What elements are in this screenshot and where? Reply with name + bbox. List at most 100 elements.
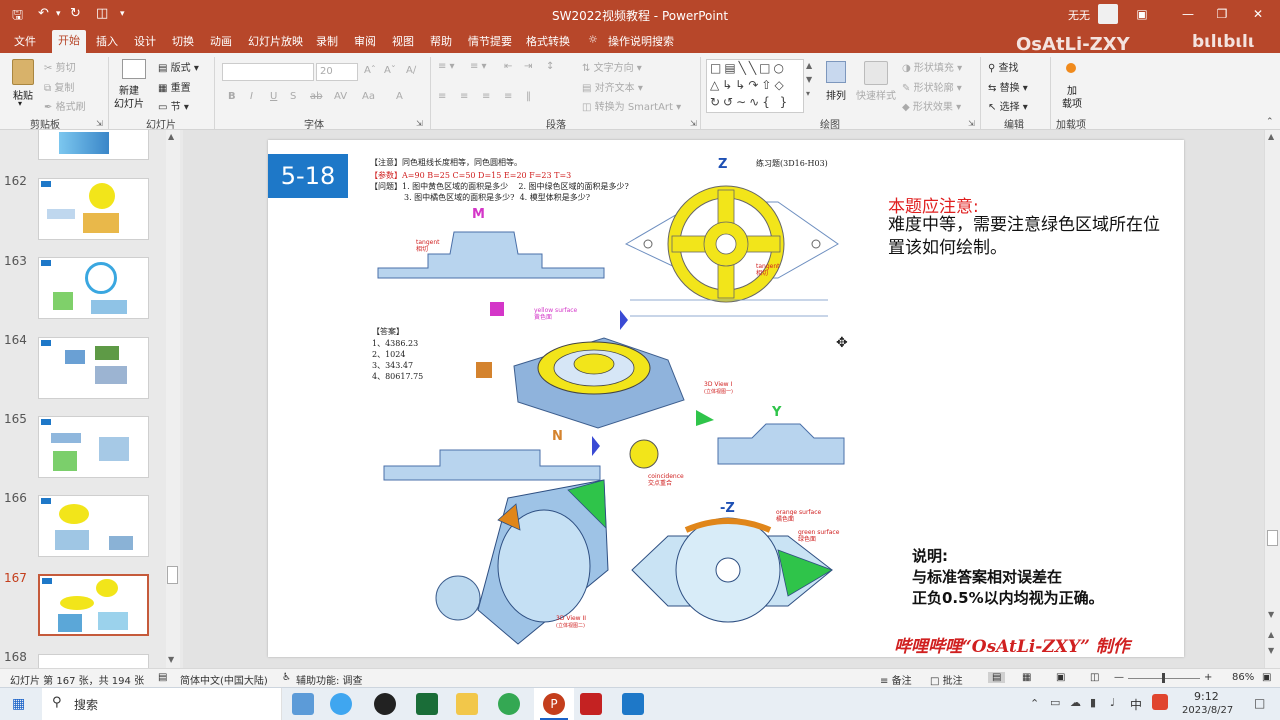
wps-icon[interactable] (1152, 694, 1168, 710)
reset-button[interactable]: ▦ 重置 (158, 79, 191, 94)
reading-view-icon[interactable]: ▣ (1056, 672, 1065, 683)
taskbar-search-box[interactable]: ⚲ 搜索 (42, 688, 282, 720)
next-slide-icon[interactable]: ▼ (1268, 646, 1274, 655)
columns-icon[interactable]: ‖ (526, 91, 531, 102)
zoom-slider-thumb[interactable] (1162, 673, 1165, 683)
slide-thumbnail[interactable] (38, 178, 149, 240)
find-button[interactable]: ⚲ 查找 (988, 59, 1019, 74)
change-case-icon[interactable]: Aa (362, 91, 375, 102)
tab-file[interactable]: 文件 (14, 33, 36, 49)
paste-button[interactable]: 粘贴 (13, 87, 33, 102)
font-color-icon[interactable]: A (396, 91, 403, 102)
clipboard-launcher-icon[interactable]: ⇲ (96, 119, 103, 128)
scroll-up-icon[interactable]: ▲ (168, 132, 174, 141)
clock-time[interactable]: 9:12 (1194, 690, 1219, 703)
chrome-icon[interactable] (498, 693, 520, 715)
tab-help[interactable]: 帮助 (430, 33, 452, 49)
close-icon[interactable]: ✕ (1246, 3, 1270, 25)
zoom-out-icon[interactable]: — (1114, 672, 1124, 683)
slide-thumbnail-active[interactable] (38, 574, 149, 636)
tab-design[interactable]: 设计 (134, 33, 156, 49)
comments-button[interactable]: □ 批注 (930, 672, 963, 687)
clock-date[interactable]: 2023/8/27 (1182, 705, 1233, 716)
network-icon[interactable]: ▭ (1050, 696, 1060, 709)
justify-icon[interactable]: ≡ (504, 91, 512, 102)
font-size-select[interactable]: 20 (316, 63, 358, 81)
accessibility-status[interactable]: 辅助功能: 调查 (296, 672, 363, 687)
scroll-up-icon[interactable]: ▲ (1268, 132, 1274, 141)
replace-button[interactable]: ⇆ 替换 ▾ (988, 79, 1028, 94)
fit-slide-icon[interactable]: ▣ (1262, 672, 1271, 683)
align-left-icon[interactable]: ≡ (438, 91, 446, 102)
smartart-button[interactable]: ◫ 转换为 SmartArt ▾ (582, 98, 681, 113)
solidworks-icon[interactable] (580, 693, 602, 715)
arrange-icon[interactable] (826, 61, 846, 83)
canvas-scrollbar[interactable]: ▲ ▼ ▲ ▼ (1264, 130, 1280, 668)
tab-home[interactable]: 开始 (52, 30, 86, 53)
clear-format-icon[interactable]: A∕ (406, 65, 416, 76)
slideshow-icon[interactable]: ◫ (1090, 672, 1099, 683)
drawing-launcher-icon[interactable]: ⇲ (968, 119, 975, 128)
font-launcher-icon[interactable]: ⇲ (416, 119, 423, 128)
tab-insert[interactable]: 插入 (96, 33, 118, 49)
tab-review[interactable]: 审阅 (354, 33, 376, 49)
tab-format-convert[interactable]: 格式转换 (526, 33, 570, 49)
spellcheck-icon[interactable]: ▤ (158, 672, 167, 683)
app-icon[interactable] (622, 693, 644, 715)
collapse-ribbon-icon[interactable]: ⌃ (1266, 117, 1274, 127)
avatar[interactable] (1098, 4, 1118, 24)
zoom-level[interactable]: 86% (1232, 672, 1254, 683)
show-hidden-icons-icon[interactable]: ⌃ (1030, 697, 1039, 710)
addins-icon[interactable] (1066, 63, 1076, 73)
thumbnail-scrollbar[interactable]: ▲ ▼ (166, 130, 180, 668)
slide-thumbnail[interactable] (38, 130, 149, 160)
quick-styles-icon[interactable] (864, 61, 888, 85)
tab-storyboard[interactable]: 情节提要 (468, 33, 512, 49)
cut-button[interactable]: ✂ 剪切 (44, 59, 76, 74)
volume-icon[interactable]: ♩ (1110, 696, 1115, 709)
file-explorer-icon[interactable] (456, 693, 478, 715)
arrange-button[interactable]: 排列 (826, 87, 846, 102)
powerpoint-taskbar-active[interactable]: P (534, 688, 574, 720)
calculator-icon[interactable] (416, 693, 438, 715)
slide-thumbnail[interactable] (38, 654, 149, 668)
tell-me-search[interactable]: 操作说明搜索 (608, 33, 674, 49)
align-text-button[interactable]: ▤ 对齐文本 ▾ (582, 79, 643, 94)
shapes-scroll-icon[interactable]: ▲ ▼ ▾ (806, 59, 812, 101)
tab-animations[interactable]: 动画 (210, 33, 232, 49)
slide-thumbnail[interactable] (38, 257, 149, 319)
app-icon[interactable] (330, 693, 352, 715)
copy-button[interactable]: ⧉ 复制 (44, 79, 74, 94)
scroll-thumb[interactable] (167, 566, 178, 584)
new-slide-icon[interactable] (122, 59, 146, 79)
user-name[interactable]: 无无 (1068, 7, 1090, 23)
align-center-icon[interactable]: ≡ (460, 91, 468, 102)
language-status[interactable]: 简体中文(中国大陆) (180, 672, 268, 687)
shape-outline-button[interactable]: ✎ 形状轮廓 ▾ (902, 79, 962, 94)
previous-slide-icon[interactable]: ▲ (1268, 630, 1274, 639)
normal-view-icon[interactable]: ▤ (988, 672, 1006, 683)
slide-counter[interactable]: 幻灯片 第 167 张，共 194 张 (10, 672, 144, 687)
onedrive-icon[interactable]: ☁ (1070, 696, 1081, 709)
bold-icon[interactable]: B (228, 91, 236, 102)
select-button[interactable]: ↖ 选择 ▾ (988, 98, 1028, 113)
scroll-down-icon[interactable]: ▼ (1268, 610, 1274, 619)
new-slide-button[interactable]: 新建 幻灯片 (114, 85, 144, 111)
bullets-icon[interactable]: ≡ ▾ (438, 61, 455, 72)
tab-transitions[interactable]: 切换 (172, 33, 194, 49)
task-view-icon[interactable] (292, 693, 314, 715)
windows-start-icon[interactable]: ▦ (12, 696, 28, 712)
slide-thumbnail[interactable] (38, 416, 149, 478)
section-button[interactable]: ▭ 节 ▾ (158, 98, 189, 113)
shapes-gallery[interactable]: □▤╲╲□○ △↳↳↷⇧◇ ↻↺∼∿{ } (706, 59, 804, 113)
ime-indicator[interactable]: 中 (1130, 696, 1142, 713)
numbering-icon[interactable]: ≡ ▾ (470, 61, 487, 72)
zoom-in-icon[interactable]: + (1204, 672, 1212, 683)
tab-view[interactable]: 视图 (392, 33, 414, 49)
slide-thumbnail[interactable] (38, 337, 149, 399)
slide[interactable]: 5-18 【注意】同色粗线长度相等，同色圆相等。 【参数】A=90 B=25 C… (268, 140, 1184, 657)
slide-thumbnail[interactable] (38, 495, 149, 557)
decrease-font-icon[interactable]: Aˇ (384, 65, 396, 76)
char-spacing-icon[interactable]: AV (334, 91, 347, 102)
battery-icon[interactable]: ▮ (1090, 696, 1096, 709)
